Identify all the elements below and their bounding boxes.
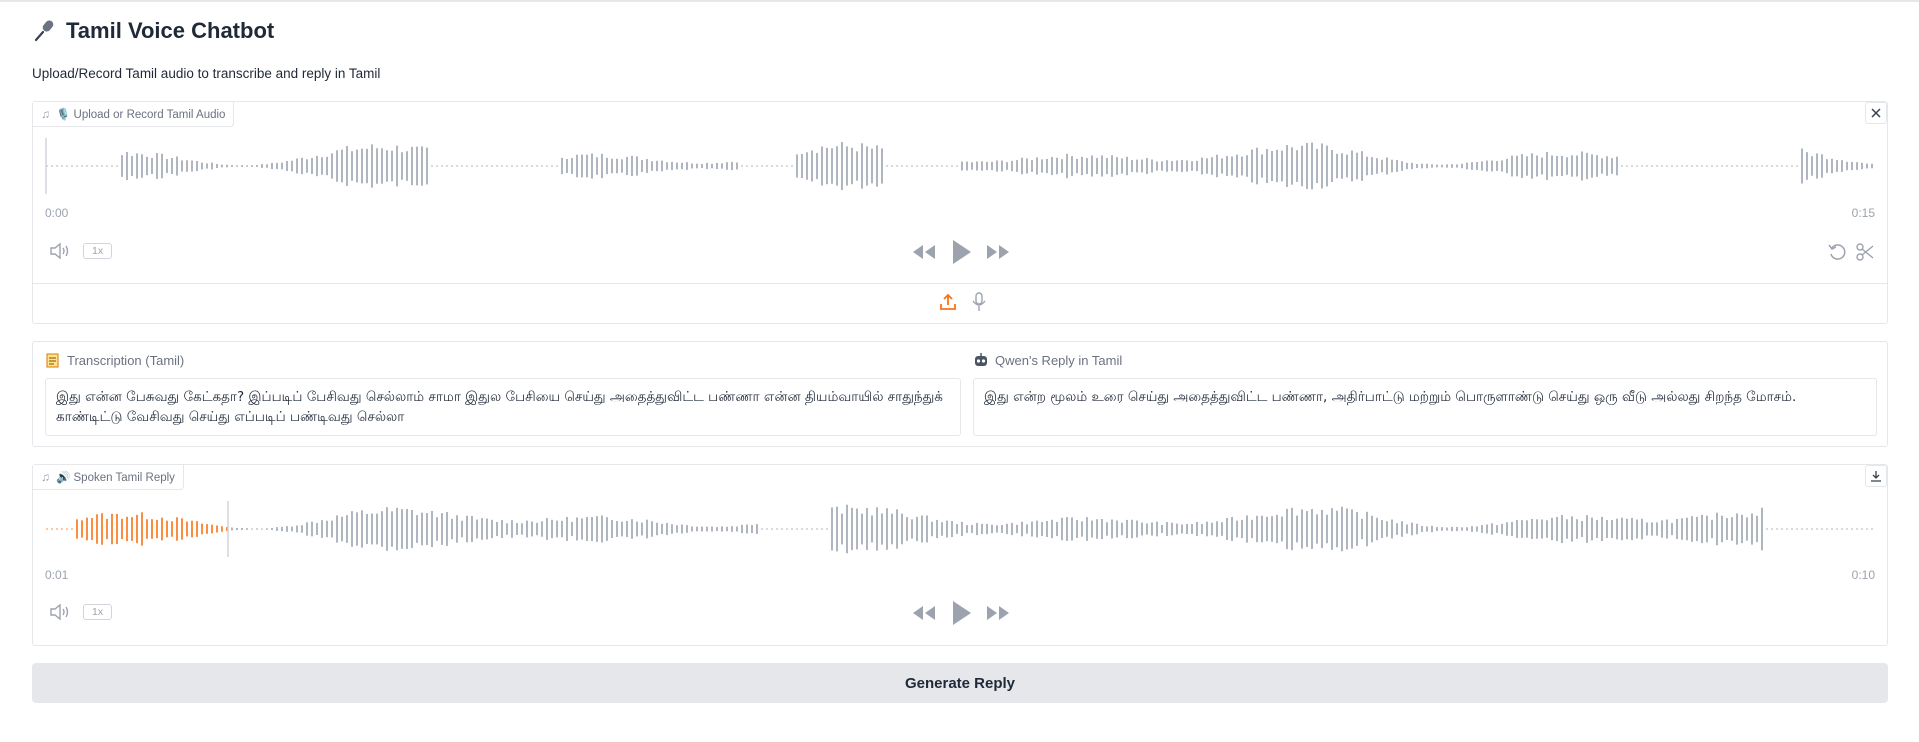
scissors-icon[interactable] [1855,242,1875,262]
volume-icon[interactable] [49,603,73,621]
input-playback-speed[interactable]: 1x [83,243,113,259]
music-note-icon: ♫ [41,470,50,484]
upload-icon[interactable] [939,293,957,311]
title-text: Tamil Voice Chatbot [66,18,275,43]
transcription-textbox[interactable]: இது என்ன பேசுவது கேட்கதா? இப்படிப் பேசிவ… [45,378,961,436]
play-icon[interactable] [949,599,973,627]
reply-textbox[interactable]: இது என்ற மூலம் உரை செய்து அதைத்துவிட்ட ப… [973,378,1877,436]
music-note-icon: ♫ [41,107,50,121]
close-icon [1871,108,1881,118]
transcription-label: Transcription (Tamil) [45,352,184,368]
download-icon [1871,471,1881,482]
robot-icon [975,353,987,366]
output-playback-speed[interactable]: 1x [83,604,113,620]
input-audio-panel: ♫ 🎙️ Upload or Record Tamil Audio 0:00 0… [32,101,1888,324]
text-output-panel: Transcription (Tamil) இது என்ன பேசுவது க… [32,341,1888,447]
transcription-label-text: Transcription (Tamil) [67,352,185,368]
top-border [0,0,1919,2]
input-audio-label-text: 🎙️ Upload or Record Tamil Audio [56,109,226,121]
output-audio-panel: ♫ 🔊 Spoken Tamil Reply 0:01 0:10 1x [32,464,1888,646]
microphone-icon [34,20,54,42]
source-divider [33,283,1887,284]
output-audio-label: ♫ 🔊 Spoken Tamil Reply [33,465,184,490]
download-audio-button[interactable] [1865,465,1887,487]
volume-icon[interactable] [49,242,73,260]
clear-audio-button[interactable] [1865,102,1887,124]
rewind-icon[interactable] [911,242,937,262]
rewind-icon[interactable] [911,603,937,623]
input-current-time: 0:00 [45,206,69,220]
forward-icon[interactable] [985,603,1011,623]
mic-icon[interactable] [971,292,987,312]
page-title: Tamil Voice Chatbot [32,18,274,44]
output-duration: 0:10 [1851,568,1875,582]
input-waveform[interactable] [45,138,1875,194]
undo-icon[interactable] [1827,242,1847,262]
page-subtitle: Upload/Record Tamil audio to transcribe … [32,66,381,81]
memo-icon [46,353,59,368]
forward-icon[interactable] [985,242,1011,262]
input-duration: 0:15 [1851,206,1875,220]
generate-reply-button[interactable]: Generate Reply [32,663,1888,703]
reply-label: Qwen's Reply in Tamil [973,352,1122,368]
output-audio-label-text: 🔊 Spoken Tamil Reply [56,472,175,484]
output-current-time: 0:01 [45,568,69,582]
play-icon[interactable] [949,238,973,266]
reply-label-text: Qwen's Reply in Tamil [995,352,1123,368]
input-audio-label: ♫ 🎙️ Upload or Record Tamil Audio [33,102,235,127]
output-waveform[interactable] [45,501,1875,557]
